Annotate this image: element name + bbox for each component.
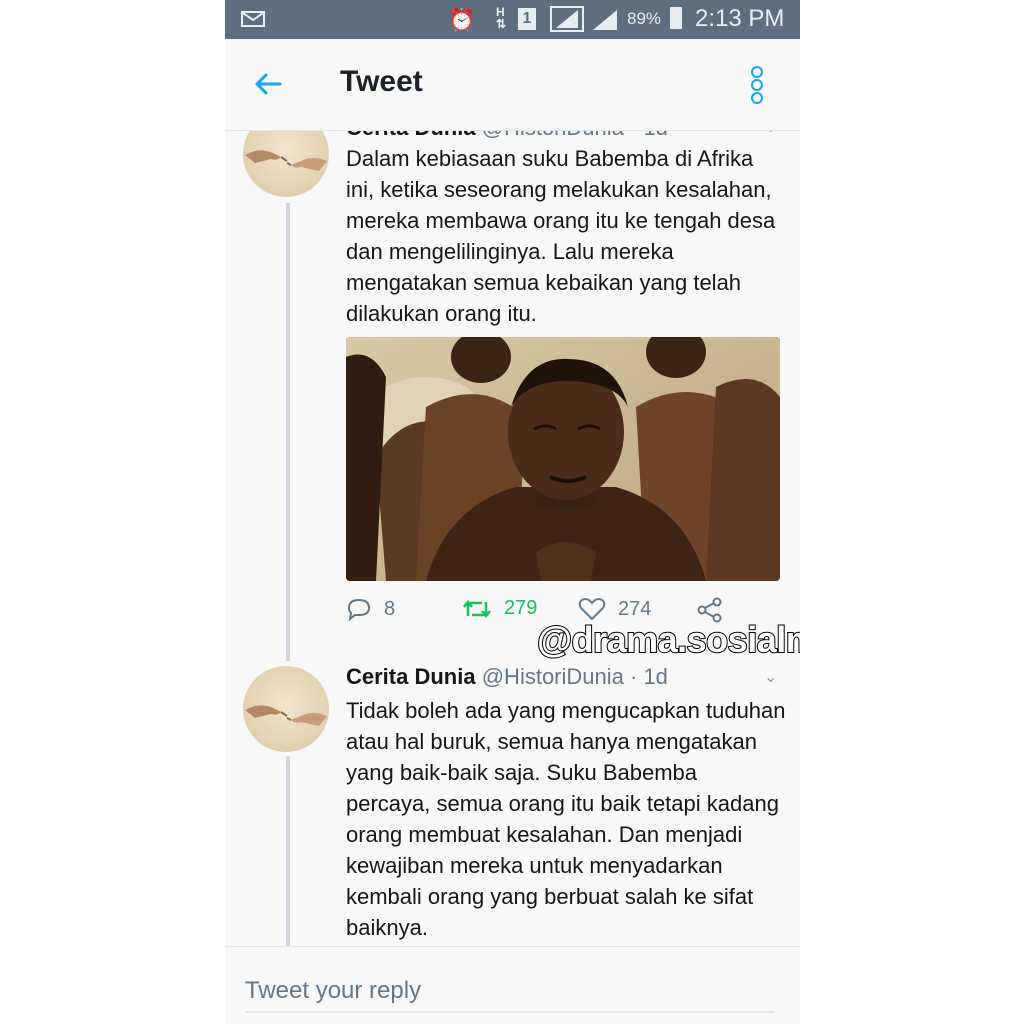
reply-icon — [347, 598, 371, 621]
tweet-2-text: Tidak boleh ada yang mengucapkan tuduhan… — [346, 698, 786, 940]
tweet-1-avatar[interactable] — [243, 131, 329, 197]
tweet-2-time: · 1d — [630, 664, 668, 689]
tweet-1-chevron-down-icon[interactable]: ⌄ — [764, 131, 780, 136]
retweet-icon — [463, 599, 491, 618]
battery-percent: 89% — [627, 9, 662, 28]
tweet-2-handle[interactable]: @HistoriDunia — [482, 664, 624, 689]
status-time: 2:13 PM — [695, 5, 785, 32]
watermark: @drama.sosialmedia — [536, 618, 800, 661]
retweet-action[interactable]: 279 — [462, 597, 537, 620]
tweet-1-handle[interactable]: @HistoriDunia — [482, 131, 624, 140]
network-type-label: H — [496, 5, 505, 19]
tweet-1-author-name[interactable]: Cerita Dunia — [346, 131, 476, 140]
tweet-2-header: Cerita Dunia @HistoriDunia · 1d — [346, 664, 668, 690]
tweet-2-author-name[interactable]: Cerita Dunia — [346, 664, 476, 689]
reply-action[interactable]: 8 — [346, 597, 395, 621]
reply-count: 8 — [384, 597, 396, 620]
tweet-1-time: · 1d — [630, 131, 668, 140]
network-type-indicator: H ⇅ — [496, 5, 507, 31]
app-bar: Tweet — [225, 39, 800, 131]
signal-strength-icon — [550, 6, 584, 32]
status-bar: ⏰ H ⇅ 1 89% 2:13 PM — [225, 0, 800, 39]
alarm-icon: ⏰ — [448, 7, 476, 32]
tweet-1-header: Cerita Dunia @HistoriDunia · 1d — [346, 131, 668, 141]
retweet-count: 279 — [504, 597, 538, 619]
like-count: 274 — [618, 597, 652, 620]
tweet-2-avatar[interactable] — [243, 666, 329, 752]
signal-strength-icon-2 — [593, 10, 617, 30]
tweet-thread[interactable]: Cerita Dunia @HistoriDunia · 1d ⌄ Dalam … — [225, 131, 800, 946]
thread-connector-2 — [286, 756, 290, 946]
heart-icon — [578, 598, 606, 621]
reply-bar — [225, 946, 800, 1024]
page-title: Tweet — [340, 65, 423, 98]
tweet-2-chevron-down-icon[interactable]: ⌄ — [764, 667, 780, 686]
thread-connector — [286, 203, 290, 661]
back-arrow-icon[interactable] — [253, 69, 283, 99]
tweet-1-text: Dalam kebiasaan suku Babemba di Afrika i… — [346, 146, 776, 326]
like-action[interactable]: 274 — [578, 597, 651, 621]
more-options-icon[interactable] — [750, 66, 764, 104]
tweet-1-photo[interactable] — [346, 337, 780, 581]
sim-slot-indicator: 1 — [518, 8, 536, 30]
phone-screen: ⏰ H⇅ 1 89% 2:13 PM Tweet Cerita Dunia @H… — [225, 0, 800, 1024]
reply-input[interactable] — [245, 971, 775, 1013]
mail-notification-icon — [241, 11, 265, 27]
battery-icon — [670, 7, 682, 29]
